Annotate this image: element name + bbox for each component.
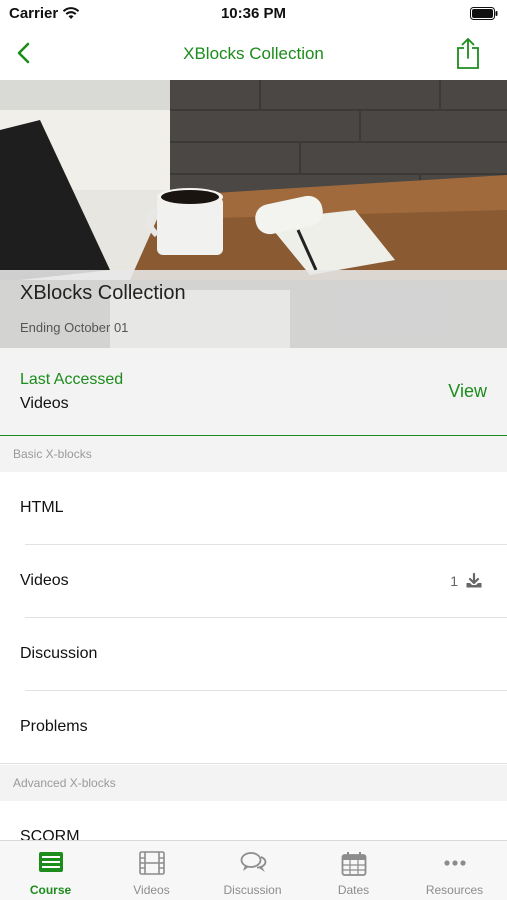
tab-label: Discussion: [223, 883, 282, 897]
last-accessed-value: Videos: [20, 395, 69, 412]
section-header-advanced: Advanced X-blocks: [0, 765, 507, 801]
list-item-discussion[interactable]: Discussion: [0, 618, 507, 691]
course-end-date: Ending October 01: [20, 320, 129, 335]
clock: 10:36 PM: [220, 5, 287, 22]
section-header-basic: Basic X-blocks: [0, 436, 507, 472]
chat-bubbles-icon: [240, 852, 267, 872]
navigation-bar: XBlocks Collection: [0, 30, 507, 80]
list-item-html[interactable]: HTML: [0, 472, 507, 545]
tab-discussion[interactable]: Discussion: [202, 841, 303, 900]
view-button[interactable]: View: [448, 381, 487, 402]
list-item-label: Videos: [20, 572, 69, 589]
share-icon[interactable]: [455, 36, 481, 70]
section-header-label: Basic X-blocks: [13, 447, 92, 461]
tab-course[interactable]: Course: [0, 841, 101, 900]
tab-videos[interactable]: Videos: [101, 841, 202, 900]
row-divider: [0, 763, 507, 764]
battery-icon: [470, 7, 498, 20]
course-info-overlay: XBlocks Collection Ending October 01: [0, 270, 507, 348]
status-bar: Carrier 10:36 PM: [0, 0, 507, 30]
course-title: XBlocks Collection: [20, 282, 186, 304]
film-icon: [139, 851, 165, 875]
section-header-label: Advanced X-blocks: [13, 776, 116, 790]
list-item-label: Problems: [20, 718, 88, 735]
tab-label: Resources: [425, 883, 484, 897]
tab-label: Course: [29, 883, 72, 897]
course-icon: [39, 852, 63, 872]
course-hero: XBlocks Collection Ending October 01: [0, 80, 507, 348]
tab-label: Dates: [337, 883, 370, 897]
list-item-videos[interactable]: Videos 1: [0, 545, 507, 618]
tab-dates[interactable]: Dates: [303, 841, 404, 900]
list-item-problems[interactable]: Problems: [0, 691, 507, 764]
calendar-icon: [341, 852, 367, 876]
tab-label: Videos: [133, 883, 170, 897]
last-accessed-label: Last Accessed: [20, 371, 124, 388]
more-dots-icon: [444, 860, 466, 866]
page-title: XBlocks Collection: [183, 44, 324, 63]
list-item-label: HTML: [20, 499, 64, 516]
last-accessed-banner[interactable]: Last Accessed Videos View: [0, 348, 507, 436]
list-item-label: Discussion: [20, 645, 98, 662]
tab-resources[interactable]: Resources: [404, 841, 505, 900]
download-icon[interactable]: [465, 572, 483, 590]
tab-bar: Course Videos Discussion Dates Resources: [0, 840, 507, 900]
download-count: 1: [450, 573, 458, 589]
